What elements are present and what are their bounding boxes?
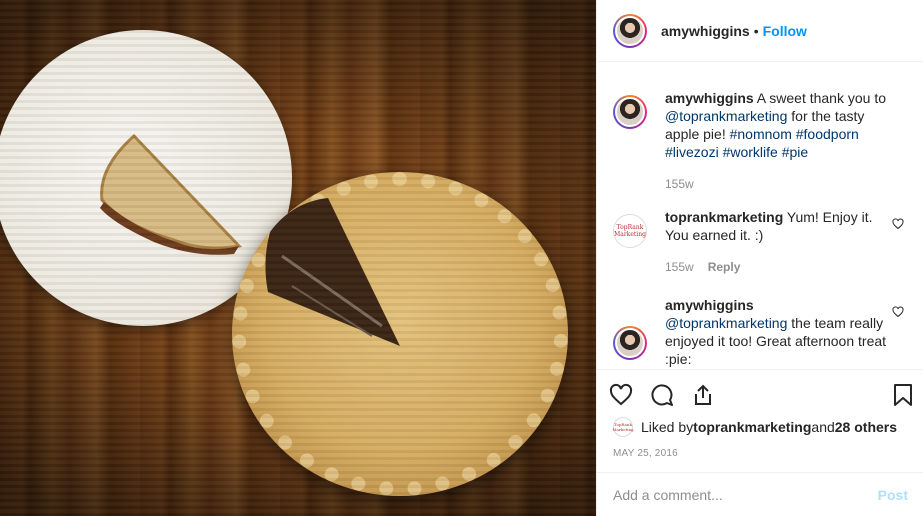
author-avatar[interactable] <box>613 13 647 48</box>
liker-username[interactable]: toprankmarketing <box>693 419 811 435</box>
add-comment-bar: Add a comment... Post <box>597 472 923 516</box>
caption-text: A sweet thank you to <box>753 90 886 106</box>
mention-link[interactable]: @toprankmarketing <box>665 315 787 331</box>
pie-cut-gap <box>265 198 400 346</box>
reply-button[interactable]: Reply <box>708 260 741 274</box>
comment-time: 155w <box>665 177 694 191</box>
likes-prefix: Liked by <box>641 419 694 435</box>
comment-input[interactable]: Add a comment... <box>613 487 878 503</box>
comment-username[interactable]: amywhiggins <box>665 297 754 313</box>
post-header: amywhiggins • Follow <box>597 0 923 62</box>
caption-avatar[interactable] <box>613 95 647 129</box>
like-comment-heart-icon[interactable] <box>892 218 904 230</box>
follow-button[interactable]: Follow <box>763 23 807 39</box>
pie-crust-rim <box>232 172 568 496</box>
likes-others-link[interactable]: 28 others <box>835 419 897 435</box>
pie-slice <box>100 133 243 255</box>
post-side-panel: amywhiggins • Follow amywhiggins A sweet… <box>596 0 923 516</box>
mention-link[interactable]: @toprankmarketing <box>665 108 787 124</box>
like-comment-heart-icon[interactable] <box>892 306 904 318</box>
comment-time: 155w <box>665 260 694 274</box>
list-item: TopRank Marketing toprankmarketing Yum! … <box>613 208 908 276</box>
list-item: amywhiggins @toprankmarketing the team r… <box>613 296 908 368</box>
comments-list[interactable]: amywhiggins A sweet thank you to @topran… <box>597 63 923 369</box>
comment-username[interactable]: amywhiggins <box>665 90 754 106</box>
post-date: MAY 25, 2016 <box>613 448 678 459</box>
apple-pie <box>232 172 568 496</box>
instagram-post: amywhiggins • Follow amywhiggins A sweet… <box>0 0 923 516</box>
header-separator: • <box>753 22 759 39</box>
post-comment-button[interactable]: Post <box>878 487 908 503</box>
toprank-avatar[interactable]: TopRank Marketing <box>613 214 647 248</box>
plate <box>0 30 292 326</box>
heart-icon[interactable] <box>609 383 633 407</box>
bookmark-icon[interactable] <box>892 383 914 407</box>
author-username[interactable]: amywhiggins <box>661 23 750 39</box>
liker-avatar[interactable]: TopRank Marketing <box>612 417 634 437</box>
caption-comment: amywhiggins A sweet thank you to @topran… <box>613 89 908 193</box>
likes-middle: and <box>811 419 835 435</box>
likes-summary: TopRank Marketing Liked by toprankmarket… <box>612 417 897 437</box>
comment-username[interactable]: toprankmarketing <box>665 209 783 225</box>
comment-icon[interactable] <box>650 383 674 407</box>
post-actions <box>597 369 923 419</box>
comment-avatar[interactable] <box>613 326 647 360</box>
share-icon[interactable] <box>691 383 715 407</box>
post-photo[interactable] <box>0 0 596 516</box>
